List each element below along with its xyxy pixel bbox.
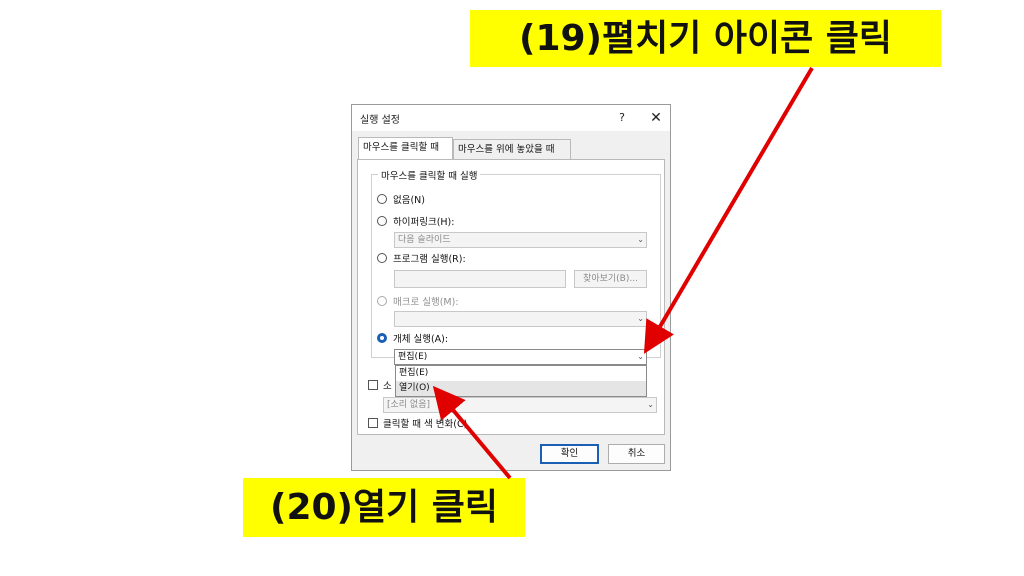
radio-program[interactable] [377, 253, 387, 263]
object-action-combo[interactable]: 편집(E) ⌄ [394, 349, 647, 365]
radio-none[interactable] [377, 194, 387, 204]
radio-macro[interactable] [377, 296, 387, 306]
highlight-click-label: 클릭할 때 색 변화(C) [383, 419, 468, 430]
radio-hyperlink[interactable] [377, 216, 387, 226]
radio-macro-label: 매크로 실행(M): [393, 297, 459, 308]
radio-object-action[interactable] [377, 333, 387, 343]
browse-button[interactable]: 찾아보기(B)... [574, 270, 647, 288]
radio-program-label: 프로그램 실행(R): [393, 254, 466, 265]
cancel-button[interactable]: 취소 [608, 444, 665, 464]
close-icon[interactable]: ✕ [645, 108, 667, 128]
group-label: 마우스를 클릭할 때 실행 [378, 168, 481, 182]
program-path-input[interactable] [394, 270, 566, 288]
arrow-to-chevron [643, 66, 814, 354]
radio-none-label: 없음(N) [393, 195, 425, 206]
callout-step-19: (19)펼치기 아이콘 클릭 [470, 10, 941, 67]
hyperlink-combo-value: 다음 슬라이드 [398, 235, 451, 245]
dialog-title: 실행 설정 [360, 115, 400, 126]
sound-combo[interactable]: [소리 없음] ⌄ [383, 397, 657, 413]
sound-combo-value: [소리 없음] [387, 400, 431, 410]
help-button[interactable]: ? [611, 108, 633, 128]
highlight-click-checkbox[interactable] [368, 418, 378, 428]
callout-step-20: (20)열기 클릭 [243, 478, 525, 537]
dropdown-item-open[interactable]: 열기(O) [396, 381, 646, 396]
object-action-dropdown-list: 편집(E) 열기(O) [395, 365, 647, 397]
play-sound-checkbox[interactable] [368, 380, 378, 390]
tab-mouse-click[interactable]: 마우스를 클릭할 때 [358, 137, 453, 160]
chevron-down-icon[interactable]: ⌄ [637, 350, 644, 364]
title-bar: 실행 설정 ? ✕ [352, 105, 670, 131]
radio-hyperlink-label: 하이퍼링크(H): [393, 217, 455, 228]
chevron-down-icon: ⌄ [647, 400, 654, 409]
hyperlink-combo[interactable]: 다음 슬라이드 ⌄ [394, 232, 647, 248]
radio-object-label: 개체 실행(A): [393, 334, 449, 345]
chevron-down-icon: ⌄ [637, 314, 644, 323]
macro-combo[interactable]: ⌄ [394, 311, 647, 327]
ok-button[interactable]: 확인 [540, 444, 599, 464]
object-action-combo-value: 편집(E) [398, 352, 428, 362]
play-sound-label: 소 [383, 381, 392, 392]
tab-mouse-over[interactable]: 마우스를 위에 놓았을 때 [453, 139, 571, 160]
dropdown-item-edit[interactable]: 편집(E) [396, 366, 646, 381]
chevron-down-icon: ⌄ [637, 235, 644, 244]
